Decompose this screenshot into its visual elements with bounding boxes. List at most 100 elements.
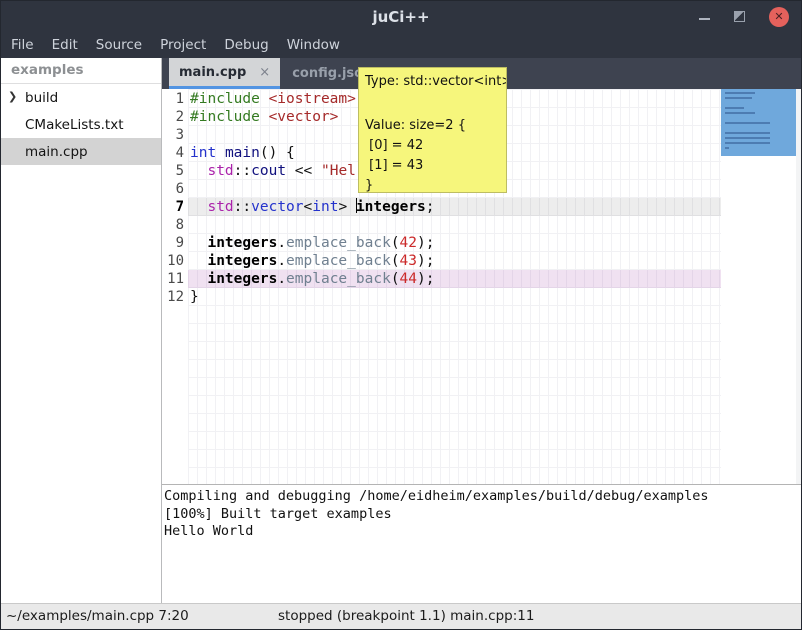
code-token: #include [190, 109, 260, 125]
line-number: 10 [167, 252, 184, 270]
code-token [190, 163, 207, 179]
code-token: ( [391, 235, 400, 251]
tooltip-type-line: Type: std::vector<int> [365, 72, 500, 92]
menu-item-window[interactable]: Window [278, 32, 349, 58]
terminal-line: Compiling and debugging /home/eidheim/ex… [164, 488, 801, 506]
line-number: 1 [176, 90, 184, 108]
terminal-line: Hello World [164, 523, 801, 541]
close-icon[interactable]: ✕ [769, 7, 789, 27]
code-token: integers [207, 253, 277, 269]
tooltip-value-line: [0] = 42 [365, 136, 500, 156]
code-token: < [304, 199, 313, 215]
line-number: 8 [176, 216, 184, 234]
code-token: 42 [400, 235, 417, 251]
code-token: ( [391, 253, 400, 269]
tab-main-cpp[interactable]: main.cpp× [169, 58, 280, 89]
line-number: 9 [176, 234, 184, 252]
code-token: emplace_back [286, 253, 391, 269]
code-token: . [277, 253, 286, 269]
status-bar: ~/examples/main.cpp 7:20 stopped (breakp… [1, 603, 801, 629]
code-token: emplace_back [286, 235, 391, 251]
minimap-code-line [725, 122, 770, 124]
line-number: 3 [176, 126, 184, 144]
code-token [190, 253, 207, 269]
code-token [190, 199, 207, 215]
code-token: ; [426, 199, 435, 215]
tooltip-value-block: Value: size=2 { [0] = 42 [1] = 43} [365, 116, 500, 193]
code-token: <iostream> [269, 91, 356, 107]
line-number: 4 [176, 144, 184, 162]
code-token: main [225, 145, 260, 161]
code-token: <vector> [269, 109, 339, 125]
menu-item-source[interactable]: Source [87, 32, 151, 58]
minimap-code-line [725, 137, 770, 139]
code-token: . [277, 235, 286, 251]
code-token [260, 109, 269, 125]
sidebar-item-main.cpp[interactable]: main.cpp [1, 138, 161, 165]
minimap-code-line [725, 132, 770, 134]
code-line[interactable]: std::vector<int> integers; [188, 198, 721, 216]
code-token: std [207, 199, 233, 215]
code-line[interactable]: integers.emplace_back(43); [188, 252, 721, 270]
debug-value-tooltip: Type: std::vector<int> Value: size=2 { [… [358, 67, 507, 193]
menu-item-debug[interactable]: Debug [215, 32, 277, 58]
code-line[interactable] [188, 216, 721, 234]
code-token: > [338, 199, 355, 215]
code-token [260, 91, 269, 107]
restore-icon[interactable] [734, 11, 745, 22]
code-token: int [312, 199, 338, 215]
file-tree-sidebar: examples ❯ build CMakeLists.txt main.cpp [1, 58, 162, 603]
sidebar-item-label: main.cpp [25, 144, 88, 160]
minimize-icon[interactable] [699, 18, 710, 20]
title-bar: juCi++ ✕ [1, 1, 801, 32]
file-tree: ❯ build CMakeLists.txt main.cpp [1, 84, 161, 165]
sidebar-item-build[interactable]: ❯ build [1, 84, 161, 111]
code-token: 44 [400, 271, 417, 287]
file-tree-header: examples [1, 58, 161, 84]
menu-item-edit[interactable]: Edit [43, 32, 87, 58]
code-token: ); [417, 271, 434, 287]
minimap-code-line [725, 142, 770, 144]
code-line[interactable]: } [188, 288, 721, 306]
code-token: std [207, 163, 233, 179]
menu-bar: FileEditSourceProjectDebugWindow [1, 32, 801, 58]
line-number: 7 [176, 198, 184, 216]
code-token: ); [417, 253, 434, 269]
minimap-code-line [725, 92, 755, 94]
code-token: } [190, 289, 199, 305]
sidebar-item-label: CMakeLists.txt [25, 117, 124, 133]
code-token: () { [260, 145, 295, 161]
code-token [190, 235, 207, 251]
minimap-viewport-overlay[interactable] [721, 89, 796, 156]
code-token: int [190, 145, 216, 161]
code-token [190, 271, 207, 287]
code-line[interactable]: integers.emplace_back(42); [188, 234, 721, 252]
line-number-gutter: 123456789101112 [162, 89, 188, 484]
tab-close-icon[interactable]: × [259, 65, 270, 80]
status-debug-state: stopped (breakpoint 1.1) main.cpp:11 [278, 608, 534, 624]
status-file-position: ~/examples/main.cpp 7:20 [6, 608, 189, 624]
code-token: integers [207, 235, 277, 251]
code-token: "Hel [321, 163, 356, 179]
tooltip-value-line: } [365, 176, 500, 193]
expander-chevron-icon[interactable]: ❯ [8, 90, 17, 103]
terminal-line: [100%] Built target examples [164, 506, 801, 524]
editor-scrollbar[interactable] [796, 89, 801, 484]
line-number: 11 [167, 270, 184, 288]
build-output-terminal[interactable]: Compiling and debugging /home/eidheim/ex… [162, 485, 801, 603]
menu-item-file[interactable]: File [2, 32, 43, 58]
minimap[interactable] [721, 89, 796, 484]
code-token: ( [391, 271, 400, 287]
code-line[interactable]: integers.emplace_back(44); [188, 270, 721, 288]
code-token [216, 145, 225, 161]
menu-item-project[interactable]: Project [151, 32, 215, 58]
code-token: :: [234, 163, 251, 179]
code-token: 43 [400, 253, 417, 269]
minimap-code-line [725, 107, 744, 109]
tooltip-value-line: [1] = 43 [365, 156, 500, 176]
code-token: vector [251, 199, 303, 215]
sidebar-item-label: build [25, 90, 58, 106]
sidebar-item-cmakelists.txt[interactable]: CMakeLists.txt [1, 111, 161, 138]
app-window: juCi++ ✕ FileEditSourceProjectDebugWindo… [0, 0, 802, 630]
code-token: :: [234, 199, 251, 215]
